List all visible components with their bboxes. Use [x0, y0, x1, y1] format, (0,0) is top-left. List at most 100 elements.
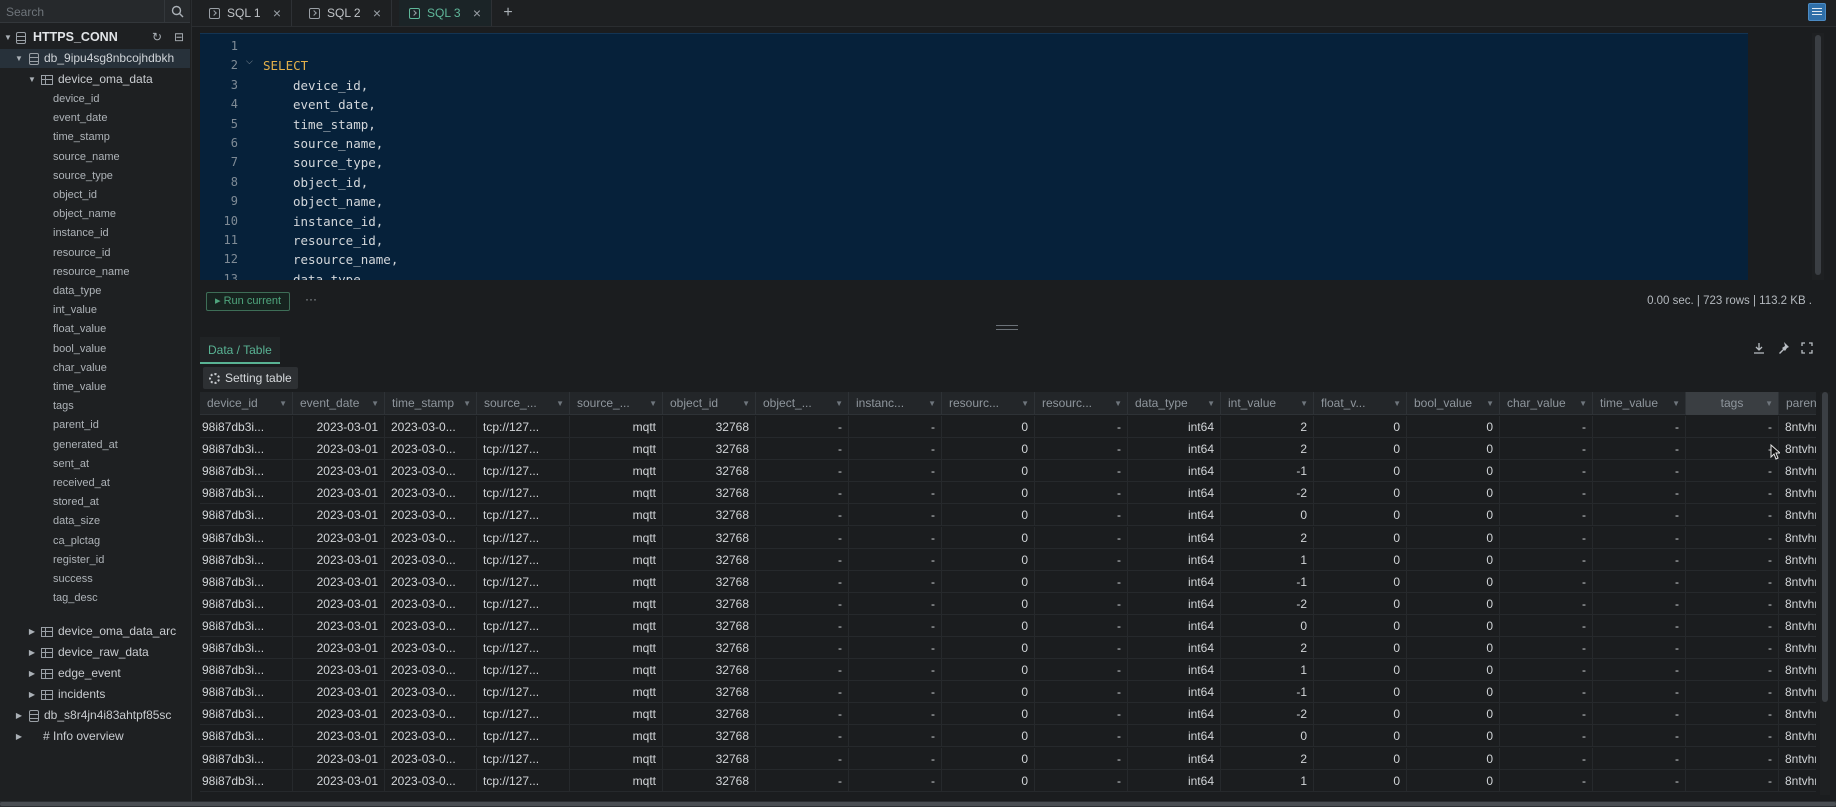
table-cell[interactable]: -	[849, 769, 942, 792]
column-header[interactable]: source_... ▼	[570, 392, 663, 415]
table-cell[interactable]: int64	[1128, 526, 1221, 549]
table-cell[interactable]: 0	[1407, 681, 1500, 704]
table-cell[interactable]: tcp://127...	[477, 592, 570, 615]
table-cell[interactable]: tcp://127...	[477, 747, 570, 770]
table-cell[interactable]: -	[849, 681, 942, 704]
table-cell[interactable]: -2	[1221, 592, 1314, 615]
table-cell[interactable]: -	[1500, 570, 1593, 593]
table-cell[interactable]: -	[1593, 769, 1686, 792]
table-cell[interactable]: -	[1035, 614, 1128, 637]
table-cell[interactable]: -	[1035, 548, 1128, 571]
table-cell[interactable]: 0	[1314, 482, 1407, 505]
table-cell[interactable]: 2023-03-01	[293, 416, 385, 438]
column-header[interactable]: object_id ▼	[663, 392, 756, 415]
table-row[interactable]: 98i87db3i... 2023-03-01 2023-03-0... tcp://…	[200, 769, 1816, 792]
close-icon[interactable]: ×	[473, 5, 481, 21]
table-cell[interactable]: 0	[1407, 592, 1500, 615]
table-cell[interactable]: 1	[1221, 659, 1314, 682]
table-cell[interactable]: 8ntvhm	[1779, 438, 1816, 460]
table-cell[interactable]: 0	[942, 460, 1035, 483]
table-cell[interactable]: -	[1500, 592, 1593, 615]
table-cell[interactable]: 0	[942, 703, 1035, 726]
column-node[interactable]: ca_plctag	[0, 532, 190, 551]
table-cell[interactable]: -	[1593, 747, 1686, 770]
table-cell[interactable]: mqtt	[570, 725, 663, 748]
table-cell[interactable]: -	[756, 460, 849, 483]
table-cell[interactable]: 32768	[663, 570, 756, 593]
table-cell[interactable]: 2023-03-01	[293, 592, 385, 615]
table-cell[interactable]: 0	[1407, 637, 1500, 659]
caret-down-icon[interactable]: ▼	[14, 49, 24, 68]
table-cell[interactable]: 0	[1314, 659, 1407, 682]
table-cell[interactable]: 8ntvhm	[1779, 770, 1816, 792]
table-cell[interactable]: int64	[1128, 725, 1221, 748]
setting-table-button[interactable]: Setting table	[203, 367, 298, 389]
table-cell[interactable]: 32768	[663, 681, 756, 704]
table-cell[interactable]: -	[1593, 482, 1686, 505]
table-cell[interactable]: 0	[1314, 416, 1407, 438]
table-cell[interactable]: -	[1593, 570, 1686, 593]
sort-caret-icon[interactable]: ▼	[1393, 392, 1401, 415]
table-cell[interactable]: -	[1593, 614, 1686, 637]
table-cell[interactable]: 2	[1221, 416, 1314, 438]
table-cell[interactable]: 2023-03-0...	[385, 637, 477, 659]
table-cell[interactable]: -	[849, 504, 942, 527]
table-cell[interactable]: 0	[1221, 725, 1314, 748]
table-cell[interactable]: 0	[1314, 637, 1407, 659]
table-cell[interactable]: -	[1500, 703, 1593, 726]
table-cell[interactable]: 98i87db3i...	[200, 703, 293, 726]
table-cell[interactable]: 98i87db3i...	[200, 725, 293, 748]
sort-caret-icon[interactable]: ▼	[279, 392, 287, 415]
table-cell[interactable]: -	[1686, 504, 1779, 527]
column-header[interactable]: object_... ▼	[756, 392, 849, 415]
table-cell[interactable]: -	[756, 526, 849, 549]
table-cell[interactable]: 8ntvhm	[1779, 615, 1816, 637]
tab-data-table[interactable]: Data / Table	[200, 337, 280, 364]
table-cell[interactable]: -	[849, 614, 942, 637]
column-node[interactable]: object_name	[0, 205, 190, 224]
table-cell[interactable]: 2023-03-01	[293, 769, 385, 792]
table-cell[interactable]: 2023-03-01	[293, 570, 385, 593]
table-row[interactable]: 98i87db3i... 2023-03-01 2023-03-0... tcp://…	[200, 725, 1816, 748]
table-row[interactable]: 98i87db3i... 2023-03-01 2023-03-0... tcp://…	[200, 592, 1816, 615]
table-cell[interactable]: 1	[1221, 769, 1314, 792]
table-cell[interactable]: 0	[1407, 614, 1500, 637]
table-cell[interactable]: 2023-03-01	[293, 703, 385, 726]
table-cell[interactable]: -	[1686, 747, 1779, 770]
column-header[interactable]: device_id ▼	[200, 392, 293, 415]
table-cell[interactable]: 8ntvhm	[1779, 725, 1816, 747]
column-node[interactable]: instance_id	[0, 224, 190, 243]
table-cell[interactable]: -	[1500, 460, 1593, 483]
table-cell[interactable]: 0	[942, 614, 1035, 637]
table-cell[interactable]: 2023-03-01	[293, 526, 385, 549]
table-row[interactable]: 98i87db3i... 2023-03-01 2023-03-0... tcp://…	[200, 703, 1816, 726]
table-cell[interactable]: int64	[1128, 548, 1221, 571]
table-cell[interactable]: -	[1500, 681, 1593, 704]
table-cell[interactable]: mqtt	[570, 659, 663, 682]
table-cell[interactable]: -	[1593, 526, 1686, 549]
table-cell[interactable]: -	[1500, 637, 1593, 659]
table-node-device-oma-data[interactable]: ▼ device_oma_data	[0, 70, 190, 89]
table-row[interactable]: 98i87db3i... 2023-03-01 2023-03-0... tcp://…	[200, 526, 1816, 549]
column-header[interactable]: data_type ▼	[1128, 392, 1221, 415]
table-cell[interactable]: tcp://127...	[477, 570, 570, 593]
table-row[interactable]: 98i87db3i... 2023-03-01 2023-03-0... tcp://…	[200, 438, 1816, 461]
table-cell[interactable]: tcp://127...	[477, 659, 570, 682]
table-cell[interactable]: 2023-03-01	[293, 438, 385, 461]
table-cell[interactable]: tcp://127...	[477, 769, 570, 792]
table-cell[interactable]: 32768	[663, 526, 756, 549]
column-node[interactable]: tags	[0, 397, 190, 416]
table-cell[interactable]: 8ntvhm	[1779, 681, 1816, 703]
table-cell[interactable]: 2023-03-0...	[385, 548, 477, 571]
table-cell[interactable]: -	[756, 703, 849, 726]
table-cell[interactable]: -	[1035, 769, 1128, 792]
table-cell[interactable]: -	[756, 769, 849, 792]
table-cell[interactable]: 2023-03-0...	[385, 592, 477, 615]
table-cell[interactable]: -	[1686, 526, 1779, 549]
table-cell[interactable]: 2023-03-01	[293, 725, 385, 748]
table-cell[interactable]: 98i87db3i...	[200, 570, 293, 593]
table-cell[interactable]: mqtt	[570, 482, 663, 505]
table-cell[interactable]: int64	[1128, 637, 1221, 659]
column-node[interactable]: received_at	[0, 474, 190, 493]
table-cell[interactable]: mqtt	[570, 747, 663, 770]
